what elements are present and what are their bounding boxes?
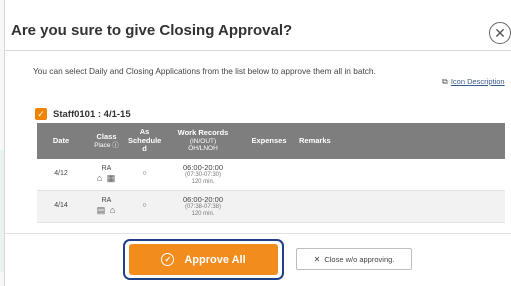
close-icon: ✕: [494, 25, 506, 41]
row-work-records: 06:00-20:00 (07:38-07:38) 120 min.: [161, 190, 245, 223]
dialog-header: Are you sure to give Closing Approval? ✕: [5, 0, 511, 51]
col-work-records: Work Records (IN/OUT) OH/LNOH: [161, 123, 245, 159]
staff-label: Staff0101 : 4/1-15: [53, 108, 131, 120]
col-work-records-label: Work Records: [177, 128, 229, 138]
staff-header: ✓ Staff0101 : 4/1-15: [35, 107, 131, 121]
work-time: 06:00-20:00: [182, 194, 224, 204]
icon-description-link[interactable]: ⧉ Icon Description: [442, 77, 505, 87]
col-as-scheduled: As Schedule d: [128, 123, 161, 159]
help-icon[interactable]: ⓘ: [112, 142, 119, 149]
table-row: 4/12 RA ⌂ ▦ ○ 06:00-20:00 (07:30-07:30) …: [37, 159, 505, 191]
row-expenses: [245, 190, 293, 223]
row-remarks: [293, 190, 505, 223]
approve-all-button[interactable]: ✓ Approve All: [129, 244, 278, 275]
break-time: (07:30-07:30): [184, 171, 222, 178]
col-class: Class Place ⓘ: [85, 123, 128, 159]
class-code: RA: [101, 196, 112, 204]
close-without-approving-label: Close w/o approving.: [324, 254, 395, 264]
footer-divider: [5, 233, 511, 234]
row-class: RA ▤ ⌂: [85, 190, 128, 223]
check-circle-icon: ✓: [161, 253, 175, 266]
row-date: 4/12: [37, 159, 85, 191]
col-expenses: Expenses: [245, 123, 293, 159]
col-work-records-sub2: OH/LNOH: [188, 145, 218, 153]
close-icon: ✕: [313, 254, 321, 264]
col-class-label: Class: [96, 131, 117, 141]
table-header-row: Date Class Place ⓘ As Schedule d Work Re…: [37, 123, 505, 159]
instructions-text: You can select Daily and Closing Applica…: [33, 66, 376, 76]
approval-dialog: Are you sure to give Closing Approval? ✕…: [4, 0, 511, 286]
class-code: RA: [101, 164, 112, 172]
col-place: Place ⓘ: [94, 141, 119, 149]
external-link-icon: ⧉: [442, 77, 448, 86]
row-as-scheduled: ○: [128, 159, 161, 191]
row-work-records: 06:00-20:00 (07:30-07:30) 120 min.: [161, 159, 245, 191]
table-row: 4/14 RA ▤ ⌂ ○ 06:00-20:00 (07:38-07:38) …: [37, 190, 505, 223]
icon-description-label: Icon Description: [450, 77, 505, 86]
work-time: 06:00-20:00: [182, 162, 224, 172]
break-time: (07:38-07:38): [184, 203, 222, 210]
staff-checkbox[interactable]: ✓: [35, 108, 47, 120]
close-dialog-button[interactable]: ✕: [489, 22, 511, 44]
col-work-records-sub1: (IN/OUT): [189, 137, 217, 145]
row-class: RA ⌂ ▦: [85, 159, 128, 191]
row-remarks: [293, 159, 505, 191]
approve-all-label: Approve All: [184, 253, 246, 266]
approve-all-highlight: ✓ Approve All: [123, 239, 284, 280]
place-icons: ⌂ ▦: [96, 173, 117, 184]
row-as-scheduled: ○: [128, 190, 161, 223]
duration: 120 min.: [191, 179, 215, 185]
col-date: Date: [37, 123, 85, 159]
dialog-title: Are you sure to give Closing Approval?: [11, 22, 293, 39]
duration: 120 min.: [191, 211, 215, 217]
col-remarks: Remarks: [293, 123, 505, 159]
place-icons: ▤ ⌂: [96, 205, 117, 216]
records-table: Date Class Place ⓘ As Schedule d Work Re…: [37, 123, 505, 223]
row-expenses: [245, 159, 293, 191]
close-without-approving-button[interactable]: ✕ Close w/o approving.: [296, 248, 412, 270]
row-date: 4/14: [37, 190, 85, 223]
